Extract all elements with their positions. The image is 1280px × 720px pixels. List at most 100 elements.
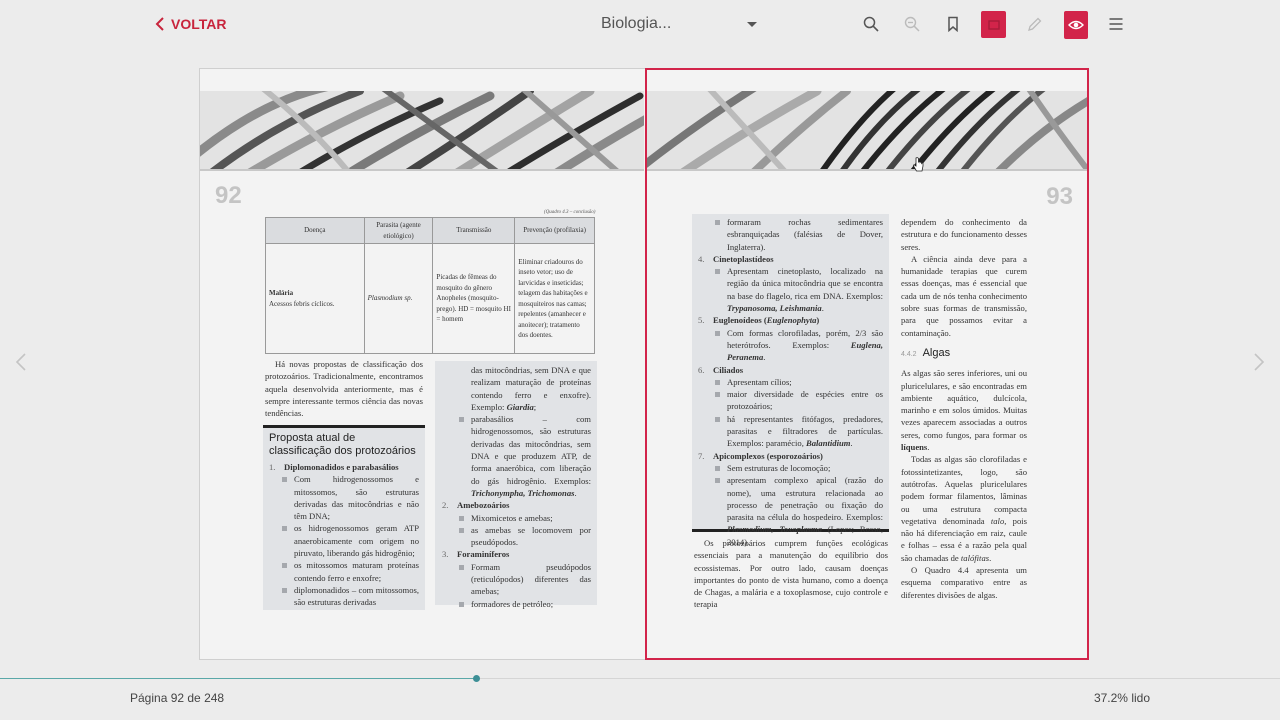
page-number: 92 bbox=[215, 182, 242, 209]
list-item: 5. Euglenoídeos (Euglenophyta) Com forma… bbox=[698, 315, 883, 364]
page-left[interactable]: 92 (Quadro 4.3 – conclusão) Doença Paras… bbox=[200, 69, 644, 659]
reading-progress-fill bbox=[0, 678, 476, 679]
caret-down-icon bbox=[747, 22, 757, 27]
list-item: as amebas se locomovem por pseudópodos. bbox=[457, 524, 591, 549]
view-mode-button[interactable] bbox=[1064, 11, 1088, 39]
list-item: formaram rochas sedimentares esbranquiça… bbox=[713, 216, 883, 253]
hand-cursor-icon bbox=[912, 157, 924, 172]
bullet-list: parabasálios – com hidrogenossomos, são … bbox=[457, 413, 591, 499]
list-item: há representantes fitófagos, predadores,… bbox=[713, 413, 883, 450]
list-item: os hidrogenossomos geram ATP anaerobicam… bbox=[280, 522, 419, 559]
example-name: Trypanosoma, Leishmania bbox=[727, 303, 822, 314]
example-name: Giardia bbox=[506, 401, 534, 412]
book-title: Biologia... bbox=[601, 15, 672, 32]
read-percentage: 37.2% lido bbox=[1093, 691, 1150, 705]
page-right[interactable]: 93 formaram rochas sedimentares esbranqu… bbox=[645, 68, 1089, 660]
top-toolbar: VOLTAR Biologia... bbox=[0, 0, 1280, 50]
book-title-dropdown[interactable]: Biologia... bbox=[601, 15, 757, 33]
classification-box-left: Proposta atual de classificação dos prot… bbox=[263, 425, 425, 610]
classification-box-continued: formaram rochas sedimentares esbranquiça… bbox=[692, 214, 889, 547]
paragraph: Todas as algas são clorofiladas e fotoss… bbox=[901, 454, 1027, 563]
table-header-cell: Doença bbox=[265, 217, 365, 244]
list-item: Mixomicetos e amebas; bbox=[457, 512, 591, 524]
page-number: 93 bbox=[1046, 183, 1073, 210]
disease-note: Acessos febris cíclicos. bbox=[269, 299, 335, 308]
example-name: Balantidium bbox=[806, 438, 851, 449]
table-cell-transmission: Picadas de fêmeas do mosquito do gênero … bbox=[432, 243, 516, 354]
table-cell-parasite: Plasmodium sp. bbox=[363, 243, 434, 354]
list-item: Com formas clorofiladas, porém, 2/3 são … bbox=[713, 327, 883, 364]
search-button[interactable] bbox=[859, 12, 883, 36]
example-name: Trichonympha, Trichomonas bbox=[471, 487, 575, 498]
section-heading: 4.4.2 Algas bbox=[901, 347, 1027, 361]
previous-page-button[interactable] bbox=[14, 352, 28, 372]
table-cell-disease: Malária Acessos febris cíclicos. bbox=[265, 243, 365, 354]
box-title: Proposta atual de classificação dos prot… bbox=[269, 432, 416, 457]
classification-list: 4. Cinetoplastídeos Apresentam cinetopla… bbox=[698, 253, 883, 548]
highlight-button[interactable] bbox=[981, 11, 1006, 38]
menu-icon bbox=[1109, 18, 1123, 30]
paragraph: A ciência ainda deve para a humanidade t… bbox=[901, 253, 1027, 338]
page-banner-illustration bbox=[200, 91, 644, 171]
page-banner-illustration bbox=[647, 91, 1087, 171]
book-spread: 92 (Quadro 4.3 – conclusão) Doença Paras… bbox=[199, 68, 1089, 660]
list-item: 7. Apicomplexos (esporozoários) Sem estr… bbox=[698, 450, 883, 547]
list-item: 2. Amebozoários Mixomicetos e amebas; as… bbox=[442, 500, 591, 549]
classification-box-right: das mitocôndrias, sem DNA e que realizam… bbox=[435, 361, 597, 609]
bullet-list: Apresentam cílios; maior diversidade de … bbox=[713, 376, 883, 450]
paragraph: O Quadro 4.4 apresenta um esquema compar… bbox=[901, 565, 1027, 600]
item-heading: Foraminíferos bbox=[457, 549, 510, 560]
reading-progress-handle[interactable] bbox=[473, 675, 480, 682]
section-title: Algas bbox=[922, 346, 951, 359]
classification-list: 1. Diplomonadidos e parabasálios Com hid… bbox=[269, 461, 419, 609]
list-item: 1. Diplomonadidos e parabasálios Com hid… bbox=[269, 462, 419, 608]
table-caption: (Quadro 4.3 – conclusão) bbox=[544, 210, 596, 215]
page-indicator: Página 92 de 248 bbox=[130, 691, 225, 705]
list-item: Com hidrogenossomos e mitossomos, são es… bbox=[280, 473, 419, 522]
paragraph: dependem do conhecimento da estrutura e … bbox=[901, 217, 1027, 252]
list-item: parabasálios – com hidrogenossomos, são … bbox=[457, 413, 591, 499]
intro-paragraph: Há novas propostas de classificação dos … bbox=[265, 359, 423, 419]
classification-list: 2. Amebozoários Mixomicetos e amebas; as… bbox=[442, 499, 591, 610]
item-heading: Euglenoídeos (Euglenophyta) bbox=[713, 315, 820, 326]
list-item: Sem estruturas de locomoção; bbox=[713, 462, 883, 474]
bullet-list: Com formas clorofiladas, porém, 2/3 são … bbox=[713, 327, 883, 364]
item-heading: Ciliados bbox=[713, 364, 744, 375]
list-item: Formam pseudópodos (reticulópodos) difer… bbox=[457, 561, 591, 598]
list-item: formadores de petróleo; bbox=[457, 598, 591, 610]
item-heading: Cinetoplastídeos bbox=[713, 253, 774, 264]
continued-text: das mitocôndrias, sem DNA e que realizam… bbox=[471, 365, 591, 412]
zoom-out-button[interactable] bbox=[900, 12, 924, 36]
highlight-icon bbox=[987, 19, 1000, 30]
right-column: dependem do conhecimento da estrutura e … bbox=[901, 216, 1027, 601]
list-item: maior diversidade de espécies entre os p… bbox=[713, 388, 883, 413]
item-heading: Apicomplexos (esporozoários) bbox=[713, 450, 823, 461]
eye-icon bbox=[1068, 20, 1084, 30]
table-header-cell: Transmissão bbox=[432, 217, 516, 244]
list-item: Apresentam cílios; bbox=[713, 376, 883, 388]
menu-button[interactable] bbox=[1104, 12, 1128, 36]
pencil-icon bbox=[1028, 17, 1042, 31]
chevron-right-icon bbox=[1254, 353, 1265, 371]
bullet-list: Mixomicetos e amebas; as amebas se locom… bbox=[457, 512, 591, 549]
bookmark-button[interactable] bbox=[941, 12, 965, 36]
item-heading: Diplomonadidos e parabasálios bbox=[284, 462, 399, 472]
disease-name: Malária bbox=[269, 289, 294, 297]
back-button[interactable]: VOLTAR bbox=[155, 16, 226, 32]
table-header-cell: Prevenção (profilaxia) bbox=[514, 217, 595, 244]
example-name: Plasmodium, Toxoplasma bbox=[727, 524, 822, 535]
table-header-row: Doença Parasita (agente etiológico) Tran… bbox=[265, 217, 595, 244]
ecology-paragraph: Os protozoários cumprem funções ecológic… bbox=[694, 538, 888, 610]
chevron-left-icon bbox=[15, 353, 26, 371]
table-cell-prevention: Eliminar criadouros do inseto vetor; uso… bbox=[514, 243, 595, 354]
list-item: 4. Cinetoplastídeos Apresentam cinetopla… bbox=[698, 253, 883, 314]
section-number: 4.4.2 bbox=[901, 350, 917, 358]
paragraph: As algas são seres inferiores, uni ou pl… bbox=[901, 368, 1027, 453]
next-page-button[interactable] bbox=[1252, 352, 1266, 372]
bullet-list: Com hidrogenossomos e mitossomos, são es… bbox=[280, 473, 419, 608]
table-header-cell: Parasita (agente etiológico) bbox=[363, 217, 434, 244]
disease-table: Doença Parasita (agente etiológico) Tran… bbox=[265, 217, 595, 354]
pencil-button[interactable] bbox=[1023, 12, 1047, 36]
bullet-list: formaram rochas sedimentares esbranquiça… bbox=[698, 216, 883, 253]
list-item: diplomonadidos – com mitossomos, são est… bbox=[280, 584, 419, 609]
